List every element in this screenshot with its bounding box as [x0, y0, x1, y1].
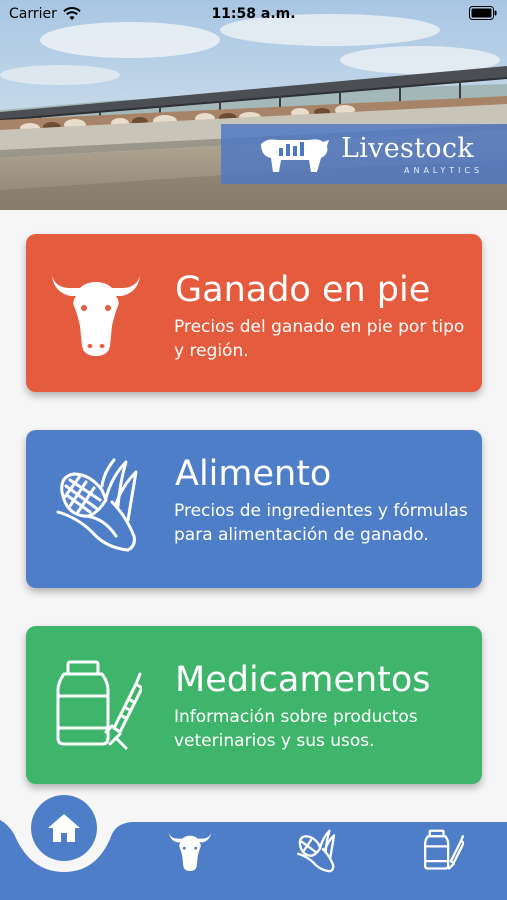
status-bar: Carrier 11:58 a.m.: [0, 0, 507, 30]
card-title: Medicamentos: [175, 660, 431, 700]
card-medicamentos[interactable]: Medicamentos Información sobre productos…: [26, 626, 482, 784]
nav-medicamentos-icon[interactable]: [424, 828, 464, 874]
nav-ganado-icon[interactable]: [168, 830, 212, 872]
card-title: Alimento: [175, 454, 332, 494]
medicine-icon: [56, 660, 142, 750]
header-banner: Carrier 11:58 a.m. Livestock ANALYTICS: [0, 0, 507, 210]
livestock-logo-icon: [261, 139, 329, 172]
card-title: Ganado en pie: [175, 270, 431, 310]
bottom-nav: [0, 790, 507, 900]
home-button[interactable]: [31, 795, 97, 861]
corn-icon: [56, 458, 138, 552]
brand-logo: Livestock ANALYTICS: [221, 124, 507, 184]
home-icon: [48, 814, 80, 842]
status-time: 11:58 a.m.: [211, 6, 296, 22]
battery-icon: [469, 6, 497, 24]
card-description: Información sobre productos veterinarios…: [174, 707, 418, 751]
card-description: Precios del ganado en pie por tipo y reg…: [174, 317, 465, 361]
card-ganado-en-pie[interactable]: Ganado en pie Precios del ganado en pie …: [26, 234, 482, 392]
card-description: Precios de ingredientes y fórmulas para …: [174, 501, 468, 545]
card-alimento[interactable]: Alimento Precios de ingredientes y fórmu…: [26, 430, 482, 588]
logo-name: Livestock: [341, 133, 474, 164]
cow-head-icon: [52, 276, 140, 356]
logo-subtitle: ANALYTICS: [404, 166, 484, 175]
nav-alimento-icon[interactable]: [296, 828, 338, 874]
